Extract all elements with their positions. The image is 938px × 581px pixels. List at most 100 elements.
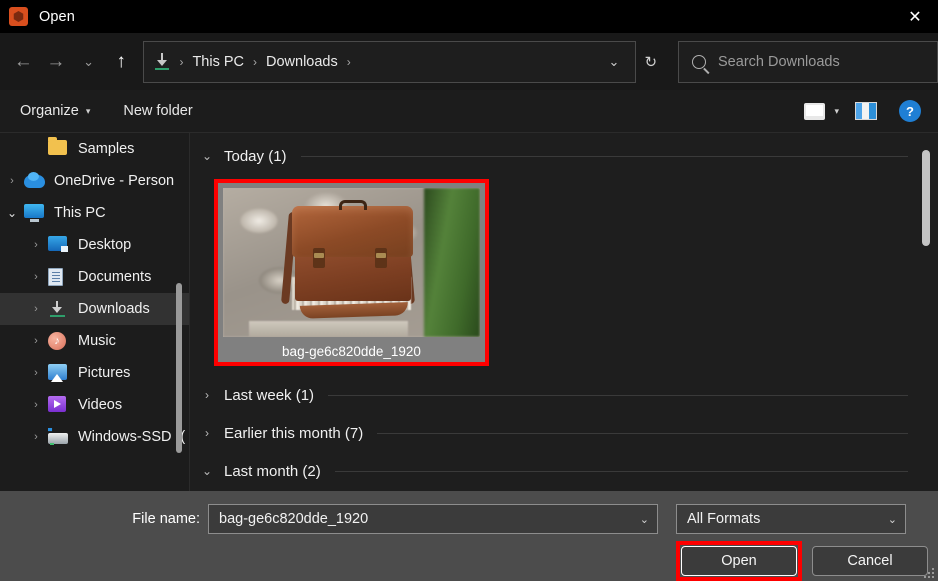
sidebar-item-music[interactable]: › ♪ Music bbox=[0, 325, 189, 357]
file-name-value: bag-ge6c820dde_1920 bbox=[219, 511, 369, 527]
breadcrumb-separator-3: › bbox=[346, 54, 351, 69]
chevron-down-icon[interactable]: ▾ bbox=[834, 106, 839, 117]
group-divider bbox=[328, 394, 908, 396]
this-pc-icon bbox=[24, 204, 46, 222]
organize-label: Organize bbox=[20, 103, 79, 119]
chevron-right-icon[interactable]: › bbox=[200, 426, 214, 440]
refresh-icon[interactable]: ↻ bbox=[636, 53, 665, 71]
organize-button[interactable]: Organize ▾ bbox=[11, 96, 99, 126]
sidebar-item-label: Videos bbox=[78, 397, 123, 413]
sidebar-item-videos[interactable]: › Videos bbox=[0, 389, 189, 421]
sidebar-item-label: OneDrive - Person bbox=[54, 173, 175, 189]
drive-icon bbox=[48, 428, 70, 446]
chevron-right-icon[interactable]: › bbox=[24, 239, 48, 251]
thumbnail-brown-leather-messenger-bag bbox=[223, 188, 480, 337]
resize-grip[interactable] bbox=[924, 568, 934, 578]
chevron-right-icon[interactable]: › bbox=[24, 303, 48, 315]
title-bar: Open ✕ bbox=[0, 0, 938, 33]
group-header-last-month[interactable]: ⌄ Last month (2) bbox=[200, 454, 938, 488]
open-button[interactable]: Open bbox=[681, 546, 797, 576]
breadcrumb-item-this-pc[interactable]: This PC bbox=[192, 54, 244, 70]
close-icon[interactable]: ✕ bbox=[892, 0, 938, 33]
cancel-button[interactable]: Cancel bbox=[812, 546, 928, 576]
forward-button[interactable]: → bbox=[40, 43, 73, 81]
breadcrumb-item-downloads[interactable]: Downloads bbox=[266, 54, 338, 70]
sidebar-item-windows-ssd[interactable]: › Windows-SSD (( bbox=[0, 421, 189, 453]
search-placeholder: Search Downloads bbox=[718, 53, 840, 70]
sidebar-item-this-pc[interactable]: ⌄ This PC bbox=[0, 197, 189, 229]
chevron-right-icon[interactable]: › bbox=[24, 335, 48, 347]
group-label: Earlier this month (7) bbox=[224, 424, 364, 442]
videos-icon bbox=[48, 396, 70, 414]
navigation-bar: ← → ⌄ ↑ › This PC › Downloads › ⌄ ↻ Sear… bbox=[0, 33, 938, 90]
music-icon: ♪ bbox=[48, 332, 70, 350]
group-label: Last week (1) bbox=[224, 386, 315, 404]
file-name-label: bag-ge6c820dde_1920 bbox=[282, 344, 421, 359]
navigation-sidebar: Samples › OneDrive - Person ⌄ This PC › … bbox=[0, 133, 190, 491]
file-list-scrollbar-thumb[interactable] bbox=[922, 150, 930, 246]
chevron-down-icon[interactable]: ⌄ bbox=[888, 513, 897, 526]
chevron-right-icon[interactable]: › bbox=[200, 388, 214, 402]
recent-locations-button[interactable]: ⌄ bbox=[72, 43, 105, 81]
chevron-down-icon[interactable]: ⌄ bbox=[200, 149, 214, 163]
file-name-input[interactable]: bag-ge6c820dde_1920 ⌄ bbox=[208, 504, 658, 534]
chevron-down-icon[interactable]: ⌄ bbox=[599, 54, 630, 70]
chevron-down-icon[interactable]: ⌄ bbox=[0, 206, 24, 220]
documents-icon bbox=[48, 268, 70, 286]
file-tile-container: bag-ge6c820dde_1920 bbox=[200, 173, 938, 370]
sidebar-item-label: Samples bbox=[78, 141, 135, 157]
back-button[interactable]: ← bbox=[7, 43, 40, 81]
sidebar-item-onedrive[interactable]: › OneDrive - Person bbox=[0, 165, 189, 197]
sidebar-item-downloads[interactable]: › Downloads bbox=[0, 293, 189, 325]
file-format-value: All Formats bbox=[687, 511, 761, 527]
chevron-down-icon[interactable]: ⌄ bbox=[200, 464, 214, 478]
group-header-today[interactable]: ⌄ Today (1) bbox=[200, 139, 938, 173]
chevron-down-icon[interactable]: ⌄ bbox=[640, 513, 649, 526]
sidebar-item-desktop[interactable]: › Desktop bbox=[0, 229, 189, 261]
open-file-dialog: Open ✕ ← → ⌄ ↑ › This PC › Downloads › ⌄… bbox=[0, 0, 938, 581]
onedrive-cloud-icon bbox=[24, 172, 46, 190]
new-folder-button[interactable]: New folder bbox=[114, 96, 201, 126]
chevron-right-icon[interactable]: › bbox=[24, 367, 48, 379]
sidebar-item-label: Music bbox=[78, 333, 116, 349]
group-header-last-week[interactable]: › Last week (1) bbox=[200, 378, 938, 412]
group-header-earlier-this-month[interactable]: › Earlier this month (7) bbox=[200, 416, 938, 450]
sidebar-item-documents[interactable]: › Documents bbox=[0, 261, 189, 293]
chevron-right-icon[interactable]: › bbox=[0, 175, 24, 187]
dialog-button-row: Open Cancel bbox=[676, 541, 928, 581]
breadcrumb[interactable]: › This PC › Downloads › ⌄ bbox=[143, 40, 637, 83]
chevron-right-icon[interactable]: › bbox=[24, 271, 48, 283]
sidebar-item-label: Downloads bbox=[78, 301, 150, 317]
gimp-hexagon-icon bbox=[9, 7, 28, 26]
file-list-area: ⌄ Today (1) bag-ge6c820dde_1920 › Last w… bbox=[190, 133, 938, 491]
pictures-icon bbox=[48, 364, 70, 382]
sidebar-item-samples[interactable]: Samples bbox=[0, 133, 189, 165]
group-label: Today (1) bbox=[224, 147, 287, 165]
group-divider bbox=[334, 470, 908, 472]
command-toolbar: Organize ▾ New folder ▾ ? bbox=[0, 90, 938, 133]
sidebar-item-label: Documents bbox=[78, 269, 152, 285]
file-name-row: File name: bag-ge6c820dde_1920 ⌄ All For… bbox=[0, 503, 938, 535]
dialog-body: Samples › OneDrive - Person ⌄ This PC › … bbox=[0, 133, 938, 491]
search-input[interactable]: Search Downloads bbox=[678, 40, 938, 83]
up-button[interactable]: ↑ bbox=[105, 43, 138, 81]
view-layout-icon[interactable] bbox=[804, 102, 826, 120]
preview-pane-icon[interactable] bbox=[855, 102, 877, 120]
group-divider bbox=[300, 155, 908, 157]
breadcrumb-separator-2: › bbox=[253, 54, 258, 69]
chevron-right-icon[interactable]: › bbox=[24, 399, 48, 411]
sidebar-item-pictures[interactable]: › Pictures bbox=[0, 357, 189, 389]
search-icon bbox=[692, 54, 707, 69]
chevron-right-icon[interactable]: › bbox=[24, 431, 48, 443]
window-title: Open bbox=[39, 8, 75, 25]
file-item-selected[interactable]: bag-ge6c820dde_1920 bbox=[214, 179, 489, 366]
sidebar-item-label: Windows-SSD (( bbox=[78, 429, 186, 445]
file-name-field-label: File name: bbox=[132, 511, 200, 527]
downloads-icon bbox=[48, 300, 70, 318]
help-icon[interactable]: ? bbox=[899, 100, 921, 122]
sidebar-scrollbar-thumb[interactable] bbox=[176, 283, 182, 453]
file-format-select[interactable]: All Formats ⌄ bbox=[676, 504, 906, 534]
dialog-footer: File name: bag-ge6c820dde_1920 ⌄ All For… bbox=[0, 491, 938, 581]
sidebar-item-label: Desktop bbox=[78, 237, 132, 253]
folder-icon bbox=[48, 140, 70, 158]
